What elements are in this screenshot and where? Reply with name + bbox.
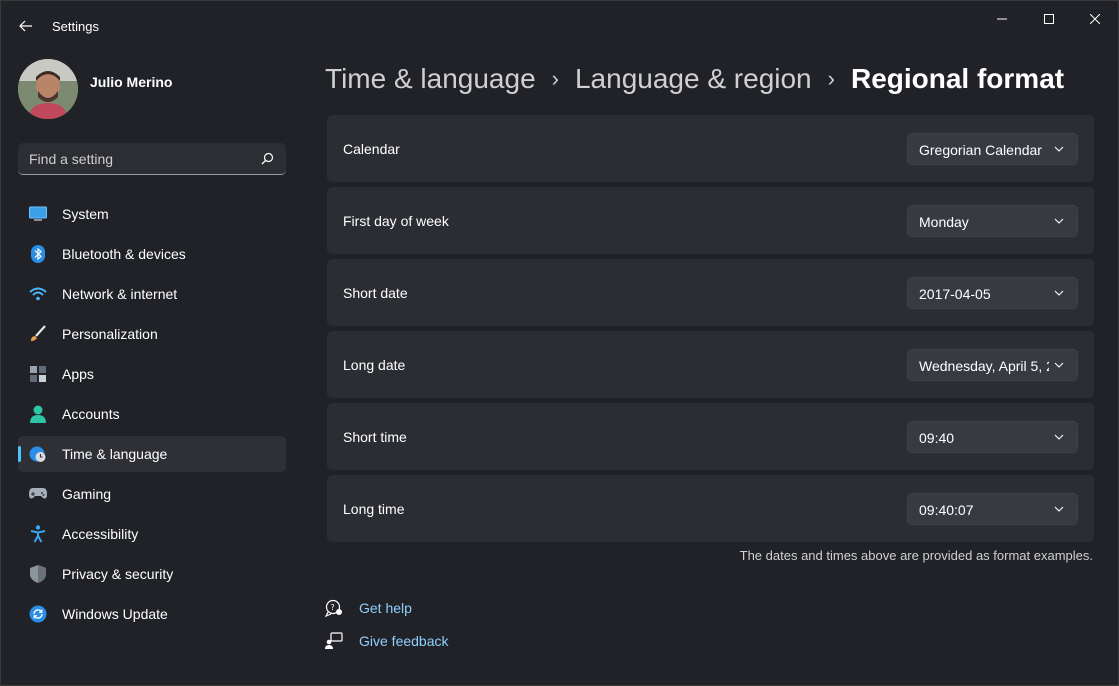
sidebar-item-accounts[interactable]: Accounts — [18, 396, 286, 432]
get-help-link[interactable]: ? Get help — [325, 597, 412, 619]
close-icon — [1090, 14, 1100, 24]
first-day-of-week-dropdown[interactable]: Monday — [907, 205, 1078, 237]
breadcrumb-separator: › — [551, 66, 559, 91]
setting-label: Calendar — [343, 141, 400, 157]
short-date-dropdown[interactable]: 2017-04-05 — [907, 277, 1078, 309]
give-feedback-label: Give feedback — [359, 633, 449, 649]
search-box — [18, 143, 286, 175]
help-chat-icon: ? — [325, 599, 343, 617]
dropdown-value: Monday — [919, 214, 969, 230]
sidebar-item-personalization[interactable]: Personalization — [18, 316, 286, 352]
sidebar-item-windows-update[interactable]: Windows Update — [18, 596, 286, 632]
monitor-icon — [29, 205, 47, 223]
accessibility-icon — [29, 525, 47, 543]
feedback-icon — [325, 632, 343, 650]
minimize-button[interactable] — [979, 5, 1025, 33]
maximize-icon — [1044, 14, 1054, 24]
sidebar-item-label: Personalization — [62, 326, 158, 342]
long-time-dropdown[interactable]: 09:40:07 — [907, 493, 1078, 525]
sidebar-item-label: Network & internet — [62, 286, 178, 302]
dropdown-value: 09:40:07 — [919, 502, 974, 518]
bluetooth-icon — [29, 245, 47, 263]
sidebar-item-label: Apps — [62, 366, 94, 382]
avatar[interactable] — [18, 59, 78, 119]
setting-row-long-time: Long time 09:40:07 — [327, 475, 1094, 542]
person-icon — [29, 405, 47, 423]
dropdown-value: 2017-04-05 — [919, 286, 991, 302]
breadcrumb-time-language[interactable]: Time & language — [325, 63, 536, 95]
sidebar-item-label: Time & language — [62, 446, 168, 462]
calendar-dropdown[interactable]: Gregorian Calendar — [907, 133, 1078, 165]
search-icon[interactable] — [261, 152, 274, 165]
globe-clock-icon — [29, 445, 47, 463]
update-icon — [29, 605, 47, 623]
setting-label: First day of week — [343, 213, 449, 229]
setting-row-short-time: Short time 09:40 — [327, 403, 1094, 470]
setting-label: Short time — [343, 429, 407, 445]
breadcrumb-separator: › — [827, 66, 835, 91]
regional-format-settings: Calendar Gregorian Calendar First day of… — [327, 115, 1094, 547]
setting-row-calendar: Calendar Gregorian Calendar — [327, 115, 1094, 182]
title-bar: Settings — [1, 1, 1118, 51]
get-help-label: Get help — [359, 600, 412, 616]
short-time-dropdown[interactable]: 09:40 — [907, 421, 1078, 453]
sidebar-item-time-language[interactable]: Time & language — [18, 436, 286, 472]
user-name: Julio Merino — [90, 74, 173, 90]
sidebar-item-bluetooth[interactable]: Bluetooth & devices — [18, 236, 286, 272]
setting-label: Long time — [343, 501, 405, 517]
settings-window: Settings Julio Merino Find a setting Sys… — [0, 0, 1119, 686]
gamepad-icon — [29, 485, 47, 503]
sidebar-item-label: Gaming — [62, 486, 112, 502]
setting-row-short-date: Short date 2017-04-05 — [327, 259, 1094, 326]
sidebar-item-label: Privacy & security — [62, 566, 174, 582]
back-button[interactable] — [13, 13, 39, 39]
chevron-down-icon — [1054, 434, 1064, 440]
search-input[interactable] — [18, 143, 254, 174]
dropdown-value: 09:40 — [919, 430, 955, 446]
back-arrow-icon — [19, 20, 32, 32]
sidebar-item-gaming[interactable]: Gaming — [18, 476, 286, 512]
page-title: Regional format — [850, 63, 1065, 94]
chevron-down-icon — [1054, 146, 1064, 152]
give-feedback-link[interactable]: Give feedback — [325, 630, 449, 652]
setting-label: Long date — [343, 357, 406, 373]
chevron-down-icon — [1054, 362, 1064, 368]
chevron-down-icon — [1054, 506, 1064, 512]
sidebar-item-label: Accessibility — [62, 526, 139, 542]
shield-icon — [29, 565, 47, 583]
dropdown-value: Wednesday, April 5, 2017 — [919, 358, 1049, 374]
sidebar-item-label: Bluetooth & devices — [62, 246, 186, 262]
user-photo-icon — [18, 59, 78, 119]
sidebar-nav: System Bluetooth & devices Network & int… — [18, 196, 286, 636]
sidebar-item-accessibility[interactable]: Accessibility — [18, 516, 286, 552]
format-examples-note: The dates and times above are provided a… — [739, 548, 1093, 563]
sidebar-item-apps[interactable]: Apps — [18, 356, 286, 392]
maximize-button[interactable] — [1026, 5, 1072, 33]
setting-row-first-day-of-week: First day of week Monday — [327, 187, 1094, 254]
long-date-dropdown[interactable]: Wednesday, April 5, 2017 — [907, 349, 1078, 381]
sidebar-item-privacy[interactable]: Privacy & security — [18, 556, 286, 592]
dropdown-value: Gregorian Calendar — [919, 142, 1042, 158]
chevron-down-icon — [1054, 218, 1064, 224]
chevron-down-icon — [1054, 290, 1064, 296]
setting-label: Short date — [343, 285, 408, 301]
breadcrumb: Time & language › Language & region › Re… — [325, 59, 1064, 99]
wifi-icon — [29, 285, 47, 303]
active-indicator — [18, 446, 21, 462]
app-title: Settings — [52, 19, 99, 34]
breadcrumb-language-region[interactable]: Language & region — [575, 63, 812, 95]
svg-text:?: ? — [331, 603, 335, 612]
close-button[interactable] — [1072, 5, 1118, 33]
minimize-icon — [997, 18, 1007, 20]
sidebar-item-label: Windows Update — [62, 606, 168, 622]
apps-icon — [29, 365, 47, 383]
sidebar-item-label: System — [62, 206, 109, 222]
brush-icon — [29, 325, 47, 343]
sidebar-item-system[interactable]: System — [18, 196, 286, 232]
sidebar-item-network[interactable]: Network & internet — [18, 276, 286, 312]
setting-row-long-date: Long date Wednesday, April 5, 2017 — [327, 331, 1094, 398]
sidebar-item-label: Accounts — [62, 406, 120, 422]
